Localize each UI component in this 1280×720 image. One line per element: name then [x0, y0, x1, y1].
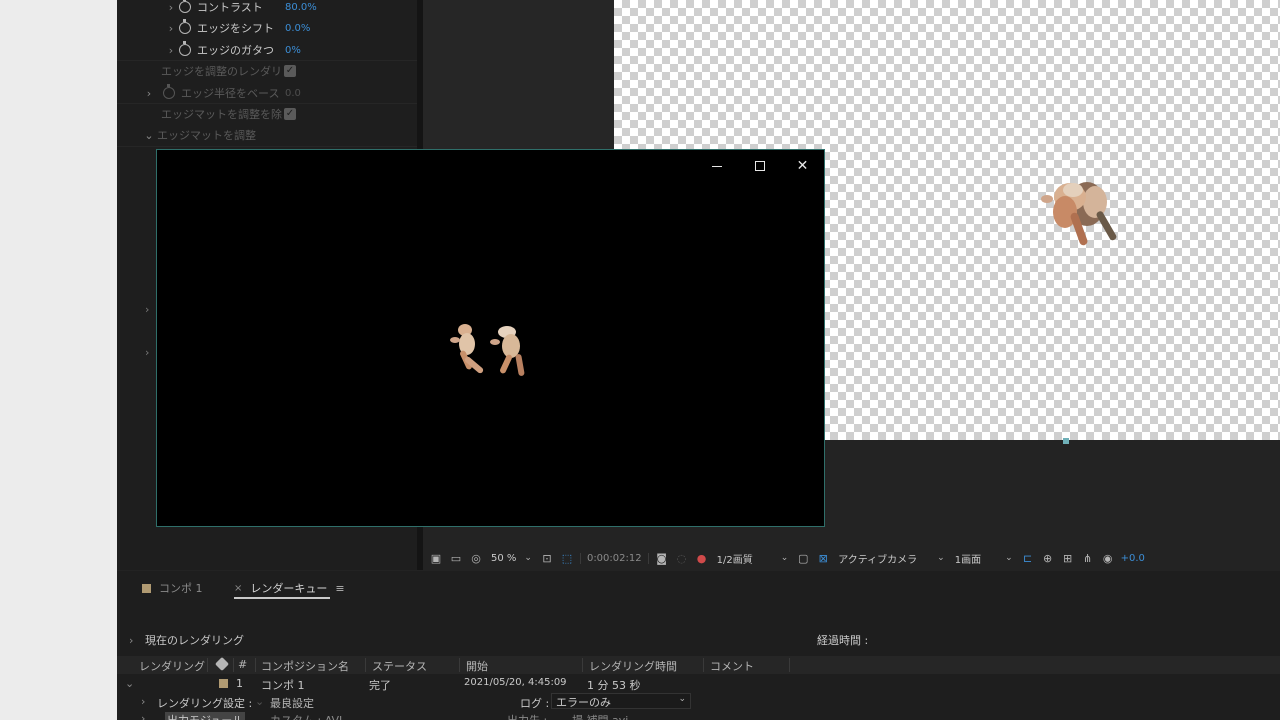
- viewer-toolbar: ▣ ▭ ◎ 50 % ⌄ ⊡ ⬚ 0:00:02:12 ◙ ◌ ● 1/2画質 ⌄ …: [423, 545, 1280, 571]
- property-edge-chatter[interactable]: › エッジのガタつ 0%: [163, 40, 301, 60]
- chevron-right-icon[interactable]: ›: [145, 303, 149, 316]
- title-safe-icon[interactable]: ⬚: [560, 552, 574, 565]
- property-shift-edge[interactable]: › エッジをシフト 0.0%: [163, 18, 310, 38]
- chevron-right-icon[interactable]: ›: [141, 712, 145, 720]
- base-edge-radius-value[interactable]: 0.0: [285, 88, 301, 99]
- resolution-select[interactable]: 1/2画質 ⌄: [715, 551, 791, 566]
- shift-edge-value[interactable]: 0.0%: [285, 23, 310, 34]
- output-file-value[interactable]: 場 補間.avi: [572, 712, 628, 720]
- mask-icon[interactable]: ◎: [469, 552, 483, 565]
- close-icon[interactable]: ×: [234, 583, 242, 594]
- exposure-value[interactable]: +0.0: [1121, 553, 1145, 564]
- chevron-down-icon[interactable]: ⌄: [125, 677, 134, 690]
- close-button[interactable]: ✕: [781, 150, 824, 182]
- maximize-icon: [754, 161, 765, 171]
- chevron-down-icon: ⌄: [780, 553, 789, 563]
- table-row[interactable]: ⌄ 1 コンポ 1 完了 2021/05/20, 4:45:09 1 分 53 …: [117, 675, 1280, 693]
- chevron-down-icon: ⌄: [937, 553, 945, 563]
- column-render-time[interactable]: レンダリング時間: [589, 658, 677, 674]
- column-comment[interactable]: コメント: [710, 658, 754, 674]
- chevron-down-icon: ⌄: [1005, 553, 1013, 563]
- transparency-grid-icon[interactable]: ⊠: [816, 552, 830, 565]
- queue-header: レンダリング # コンポジション名 ステータス 開始 レンダリング時間 コメント: [117, 656, 1280, 674]
- property-refine-edge-matte[interactable]: ⌄ エッジマットを調整: [141, 125, 256, 145]
- stopwatch-icon[interactable]: [163, 84, 175, 99]
- show-snapshot-icon[interactable]: ◌: [675, 552, 689, 565]
- property-contrast[interactable]: › コントラスト 80.0%: [163, 0, 317, 17]
- exposure-reset-icon[interactable]: ◉: [1101, 552, 1115, 565]
- stopwatch-icon[interactable]: [179, 19, 191, 34]
- media-player-window[interactable]: ✕: [156, 149, 825, 527]
- always-preview-icon[interactable]: ▣: [429, 552, 443, 565]
- contrast-value[interactable]: 80.0%: [285, 2, 317, 13]
- video-frame-figures: [450, 324, 525, 376]
- chevron-down-icon: ⌄: [524, 553, 532, 563]
- chevron-down-icon: ⌄: [678, 694, 686, 704]
- active-tab-indicator: [234, 597, 330, 599]
- fast-previews-icon[interactable]: ⊕: [1041, 552, 1055, 565]
- camera-icon[interactable]: ◙: [655, 552, 669, 565]
- column-started[interactable]: 開始: [466, 658, 488, 674]
- log-dropdown[interactable]: エラーのみ ⌄: [551, 693, 691, 709]
- render-settings-value[interactable]: 最良設定: [270, 695, 314, 711]
- minimize-icon: [711, 165, 722, 167]
- running-figures-image: [1041, 182, 1117, 246]
- chevron-right-icon[interactable]: ›: [163, 1, 179, 14]
- property-base-edge-radius[interactable]: › エッジ半径をベース 0.0: [141, 83, 301, 103]
- flowchart-icon[interactable]: ⋔: [1081, 552, 1095, 565]
- render-refine-edge-checkbox[interactable]: ✓: [284, 65, 296, 77]
- row-divider: [117, 146, 417, 147]
- maximize-button[interactable]: [738, 150, 781, 182]
- monitor-icon[interactable]: ▭: [449, 552, 463, 565]
- color-channels-icon[interactable]: ●: [695, 552, 709, 565]
- edge-chatter-value[interactable]: 0%: [285, 45, 301, 56]
- region-of-interest-icon[interactable]: ▢: [796, 552, 810, 565]
- property-exclude-refine-edge-matte[interactable]: エッジマットを調整を除 ✓: [145, 104, 296, 124]
- comp-label-swatch: [142, 583, 151, 593]
- property-render-refine-edge[interactable]: エッジを調整のレンダリ ✓: [145, 61, 296, 81]
- column-status[interactable]: ステータス: [372, 658, 427, 674]
- chevron-right-icon[interactable]: ›: [163, 44, 179, 57]
- timeline-icon[interactable]: ⊞: [1061, 552, 1075, 565]
- panel-menu-icon[interactable]: ≡: [335, 582, 344, 595]
- footage-figure: [1025, 172, 1130, 260]
- fit-icon[interactable]: ⊡: [540, 552, 554, 565]
- desktop-background: [0, 0, 117, 720]
- render-settings-row: › レンダリング設定 : ⌄ 最良設定 ログ : エラーのみ ⌄: [117, 693, 1280, 712]
- minimize-button[interactable]: [695, 150, 738, 182]
- exclude-refine-edge-matte-checkbox[interactable]: ✓: [284, 108, 296, 120]
- column-render[interactable]: レンダリング: [139, 658, 205, 674]
- comp-label-swatch[interactable]: [219, 679, 228, 688]
- chevron-right-icon[interactable]: ›: [163, 22, 179, 35]
- toggle-pixel-aspect-icon[interactable]: ⊏: [1021, 552, 1035, 565]
- zoom-select[interactable]: 50 % ⌄: [489, 553, 534, 564]
- anchor-handle[interactable]: [1063, 438, 1069, 444]
- close-icon: ✕: [796, 158, 809, 174]
- chevron-down-icon[interactable]: ⌄: [141, 129, 157, 142]
- stopwatch-icon[interactable]: [179, 41, 191, 56]
- output-module-label[interactable]: 出力モジュール: [165, 712, 246, 720]
- timecode-display[interactable]: 0:00:02:12: [579, 552, 649, 564]
- output-module-row: › 出力モジュール カスタム : AVI 出力先 : 場 補間.avi: [117, 712, 1280, 720]
- chevron-right-icon[interactable]: ›: [141, 695, 145, 708]
- tab-render-queue[interactable]: × レンダーキュー ≡: [234, 580, 345, 596]
- chevron-right-icon[interactable]: ›: [141, 87, 157, 100]
- chevron-right-icon[interactable]: ›: [145, 346, 149, 359]
- stopwatch-icon[interactable]: [179, 0, 191, 13]
- views-select[interactable]: 1画面 ⌄: [953, 551, 1015, 566]
- tag-icon[interactable]: [214, 656, 230, 672]
- column-comp-name[interactable]: コンポジション名: [261, 658, 349, 674]
- output-module-value[interactable]: カスタム : AVI: [270, 712, 342, 720]
- column-number[interactable]: #: [238, 658, 247, 671]
- window-controls: ✕: [695, 150, 824, 182]
- camera-select[interactable]: アクティブカメラ ⌄: [836, 551, 946, 566]
- current-render-bar: › 現在のレンダリング 経過時間 :: [129, 633, 869, 648]
- chevron-right-icon[interactable]: ›: [129, 634, 133, 647]
- tab-comp-1[interactable]: コンポ 1: [142, 580, 203, 596]
